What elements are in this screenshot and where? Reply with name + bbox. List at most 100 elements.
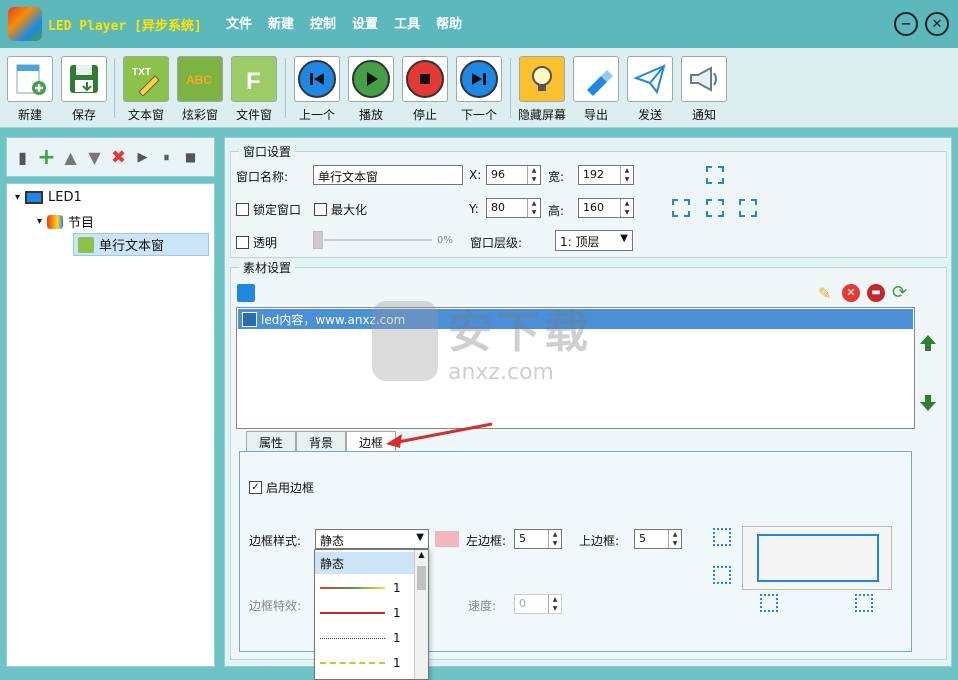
enable-border-label: 启用边框 [266,481,315,495]
width-spinner[interactable]: 192 ▲ ▼ [578,165,634,185]
dropdown-option-3-label: 1 [393,631,401,645]
transparent-checkbox[interactable]: 透明 [236,234,277,251]
align-top-icon[interactable] [706,166,724,184]
send-label: 发送 [637,108,662,122]
move-down-icon[interactable]: ▼ [85,148,104,167]
dropdown-option-1-label: 1 [393,581,401,595]
expand-arrow-icon[interactable]: ▾ [15,192,20,203]
lock-window-label: 锁定窗口 [253,203,302,217]
material-list: led内容，www.anxz.com [236,307,915,429]
tab-background[interactable]: 背景 [296,431,347,451]
border-position-left-icon[interactable] [713,566,731,584]
dropdown-option-1[interactable]: 1 [315,577,415,599]
save-button[interactable]: 保存 [60,56,108,123]
add-icon[interactable]: + [37,145,56,170]
menu-item-new[interactable]: 新建 [268,13,294,32]
transparent-label: 透明 [253,236,278,250]
dropdown-option-4-label: 1 [393,656,401,670]
pause-small-icon[interactable]: ⏸ [157,148,176,167]
move-down-arrow-icon[interactable] [918,393,938,413]
y-spinner[interactable]: 80 ▲ ▼ [486,198,541,218]
export-button[interactable]: 导出 [572,56,620,123]
dropdown-option-2[interactable]: 1 [315,602,415,624]
tree-node-led1[interactable]: ▾ LED1 [15,190,82,205]
menu-item-file[interactable]: 文件 [226,13,252,32]
x-spinner[interactable]: 96 ▲ ▼ [486,165,541,185]
list-item[interactable]: led内容，www.anxz.com [238,309,913,329]
play-icon [348,56,394,102]
speed-label: 速度: [468,599,497,613]
file-window-icon: F [231,56,277,102]
refresh-icon[interactable]: ⟳ [892,283,912,303]
left-border-value: 5 [519,532,526,545]
align-center-icon[interactable] [706,199,724,217]
top-border-spinner[interactable]: 5 ▲ ▼ [634,529,682,549]
stop-button[interactable]: 停止 [401,56,449,123]
transparency-value: 0% [437,235,453,246]
border-position-top-icon[interactable] [713,528,731,546]
send-button[interactable]: 发送 [626,56,674,123]
lock-window-checkbox[interactable]: 锁定窗口 [236,201,301,218]
tree-node-program[interactable]: ▾ 节目 [37,212,94,231]
notify-button[interactable]: 通知 [680,56,728,123]
left-border-spinner[interactable]: 5 ▲ ▼ [514,529,562,549]
edit-material-icon[interactable] [237,284,255,302]
menu-item-tools[interactable]: 工具 [394,13,420,32]
paper-plane-icon [627,56,673,102]
move-up-arrow-icon[interactable] [918,333,938,353]
speed-spinner[interactable]: 0 ▲ ▼ [514,594,562,614]
align-left-icon[interactable] [672,199,690,217]
color-window-button[interactable]: ABC 炫彩窗 [176,56,224,123]
menu-item-help[interactable]: 帮助 [436,13,462,32]
window-name-input[interactable]: 单行文本窗 [313,165,463,185]
window-layer-select[interactable]: 1: 顶层 ▼ [555,230,633,251]
tree-toolbar: ▮ + ▲ ▼ ✖ ▶ ⏸ ■ [6,137,215,177]
pencil-icon[interactable]: ✎ [818,284,836,303]
play-small-icon[interactable]: ▶ [133,148,152,167]
stop-small-icon[interactable]: ■ [181,148,200,167]
previous-button[interactable]: 上一个 [293,56,341,123]
trash-icon[interactable]: ▬ [867,284,885,302]
top-border-label: 上边框: [579,534,620,548]
maximize-checkbox[interactable]: 最大化 [314,201,367,218]
tab-properties[interactable]: 属性 [246,431,297,451]
delete-icon[interactable]: ✖ [109,147,128,168]
dropdown-scrollbar[interactable]: ▲ [414,550,428,679]
material-settings-title: 素材设置 [239,259,296,276]
menu-item-settings[interactable]: 设置 [352,13,378,32]
dropdown-option-static[interactable]: 静态 [315,552,415,574]
height-spinner[interactable]: 160 ▲ ▼ [578,198,634,218]
expand-arrow-icon[interactable]: ▾ [37,216,42,227]
hide-screen-button[interactable]: 隐藏屏幕 [518,56,566,123]
minimize-button[interactable]: − [894,12,918,36]
export-label: 导出 [583,108,608,122]
border-style-select[interactable]: 静态 ▼ [315,529,429,549]
dropdown-option-4[interactable]: 1 [315,652,415,674]
file-window-button[interactable]: F 文件窗 [230,56,278,123]
transparency-slider-handle[interactable] [313,231,323,249]
transparency-slider-track[interactable] [324,239,432,241]
text-window-button[interactable]: TXT 文本窗 [122,56,170,123]
remove-icon[interactable]: ✕ [842,284,860,302]
text-material-icon [242,311,257,327]
play-label: 播放 [358,108,383,122]
move-up-icon[interactable]: ▲ [61,148,80,167]
new-button[interactable]: 新建 [6,56,54,123]
speed-value: 0 [519,597,526,610]
border-style-value: 静态 [320,534,345,548]
dropdown-option-3[interactable]: 1 [315,627,415,649]
play-button[interactable]: 播放 [347,56,395,123]
screen-settings-icon[interactable]: ▮ [13,148,32,167]
border-position-bottom-right-icon[interactable] [855,594,873,612]
menu-item-control[interactable]: 控制 [310,13,336,32]
new-button-label: 新建 [17,108,42,122]
next-button[interactable]: 下一个 [455,56,503,123]
light-bulb-icon [519,56,565,102]
border-position-bottom-left-icon[interactable] [760,594,778,612]
border-color-swatch[interactable] [435,531,459,547]
enable-border-checkbox[interactable]: ✓ 启用边框 [249,479,314,496]
close-button[interactable]: ✕ [925,12,949,36]
tree-node-text-window[interactable]: 单行文本窗 [73,233,209,256]
align-right-icon[interactable] [739,199,757,217]
text-window-icon-text: TXT [132,67,151,78]
